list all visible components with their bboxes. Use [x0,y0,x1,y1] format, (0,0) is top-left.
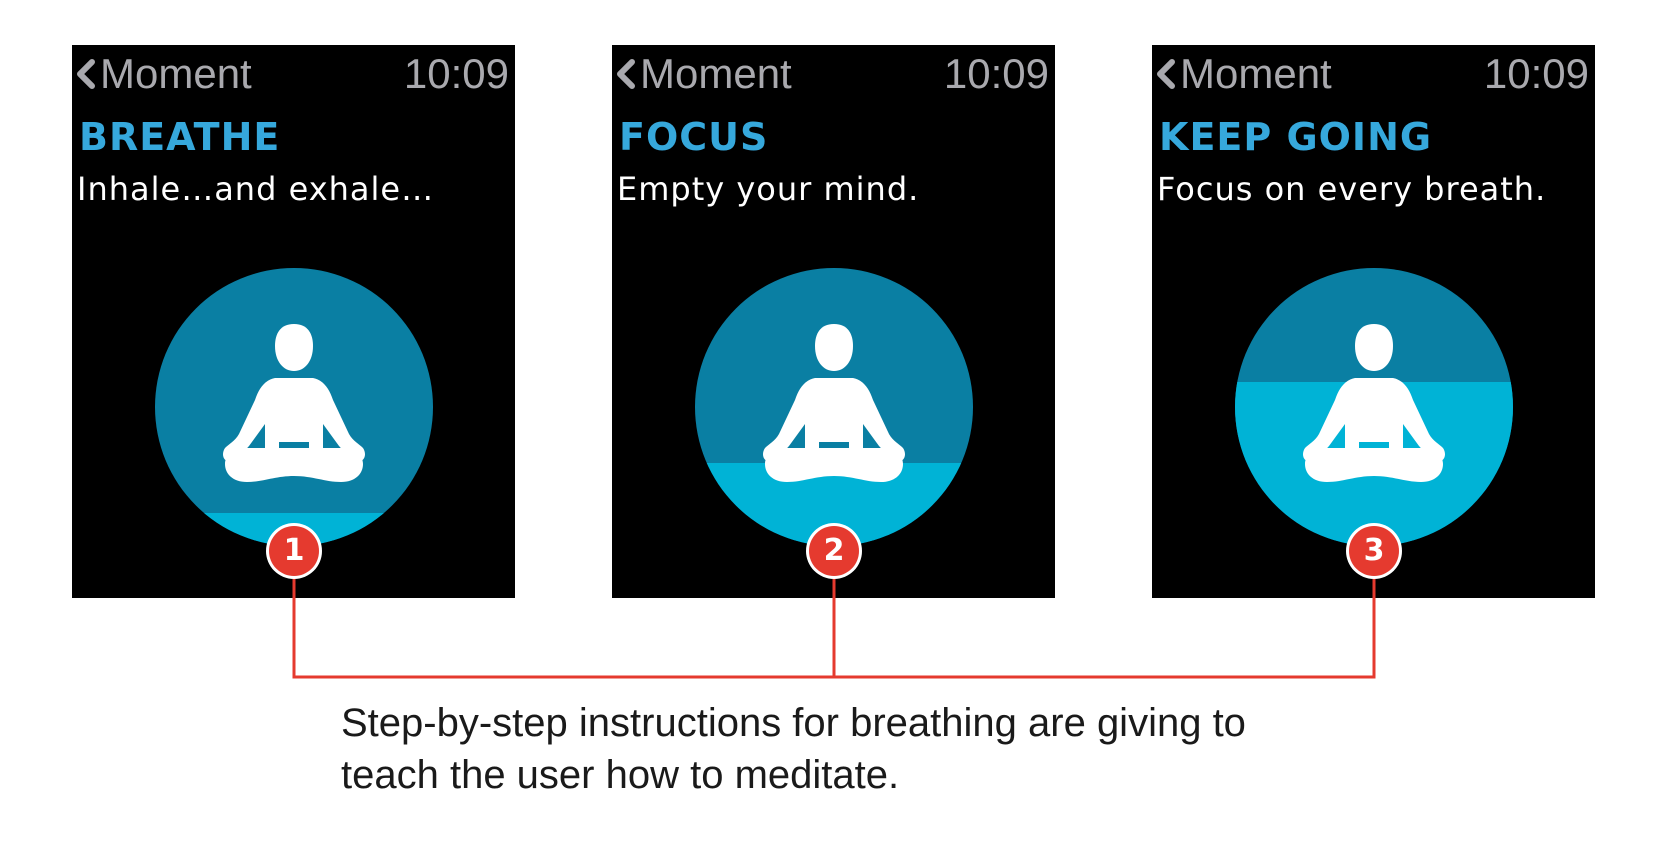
chevron-left-icon [77,59,95,89]
step-title: KEEP GOING [1159,115,1433,159]
meditation-figure-icon [763,324,905,482]
step-title: FOCUS [619,115,769,159]
step-marker-1: 1 [269,526,319,576]
chevron-left-icon [617,59,635,89]
step-instruction: Focus on every breath. [1157,170,1547,208]
status-time: 10:09 [943,50,1049,97]
back-button[interactable]: Moment [74,47,252,101]
meditation-figure-icon [223,324,365,482]
back-label: Moment [1180,50,1332,97]
breath-progress-orb [695,268,973,546]
back-label: Moment [640,50,792,97]
watch-screen-focus: Moment 10:09 FOCUS Empty your mind. [612,45,1055,598]
step-marker-2: 2 [809,526,859,576]
step-marker-3: 3 [1349,526,1399,576]
back-button[interactable]: Moment [1154,47,1332,101]
step-title: BREATHE [79,115,281,159]
status-time: 10:09 [1483,50,1589,97]
breath-progress-orb [1235,268,1513,546]
meditation-figure-icon [1303,324,1445,482]
back-button[interactable]: Moment [614,47,792,101]
chevron-left-icon [1157,59,1175,89]
status-time: 10:09 [403,50,509,97]
watch-screen-keep-going: Moment 10:09 KEEP GOING Focus on every b… [1152,45,1595,598]
breath-progress-orb [155,268,433,546]
caption: Step-by-step instructions for breathing … [341,697,1341,801]
back-label: Moment [100,50,252,97]
caption-line-1: Step-by-step instructions for breathing … [341,701,1246,745]
watch-screen-breathe: Moment 10:09 BREATHE Inhale…and exhale… [72,45,515,598]
caption-line-2: teach the user how to meditate. [341,753,900,797]
step-instruction: Empty your mind. [617,170,920,208]
step-instruction: Inhale…and exhale… [77,170,435,208]
